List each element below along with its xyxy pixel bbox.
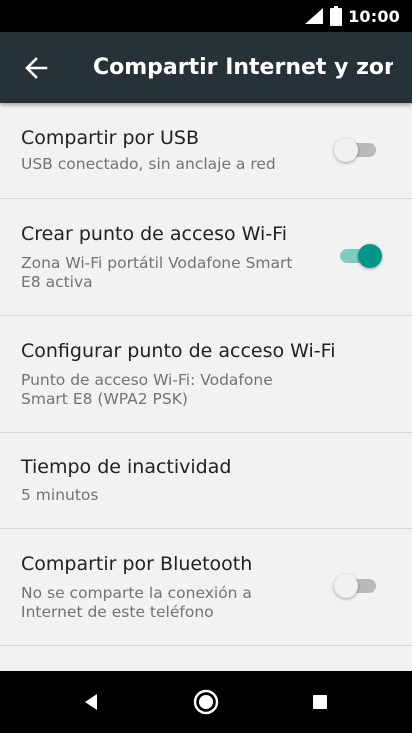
status-bar: 10:00: [0, 0, 412, 32]
nav-back-button[interactable]: [74, 684, 110, 720]
setting-title: Compartir por Bluetooth: [21, 553, 253, 575]
setting-title: Tiempo de inactividad: [21, 456, 232, 478]
setting-summary: Punto de acceso Wi-Fi: Vodafone Smart E8…: [21, 371, 273, 408]
bluetooth-tethering-toggle[interactable]: [334, 571, 382, 601]
signal-icon: [304, 7, 324, 25]
page-title: Compartir Internet y zona Wi-Fi: [93, 55, 393, 80]
wifi-hotspot-toggle[interactable]: [334, 241, 382, 271]
back-button[interactable]: [20, 52, 52, 84]
app-bar: Compartir Internet y zona Wi-Fi: [0, 32, 412, 103]
back-triangle-icon: [82, 692, 102, 712]
setting-title: Crear punto de acceso Wi-Fi: [21, 223, 288, 245]
setting-inactivity-timeout[interactable]: Tiempo de inactividad 5 minutos: [0, 433, 412, 529]
battery-icon: [330, 6, 343, 26]
setting-summary: Zona Wi-Fi portátil Vodafone Smart E8 ac…: [21, 254, 293, 291]
setting-title: Configurar punto de acceso Wi-Fi: [21, 340, 336, 362]
toggle-thumb: [334, 138, 358, 162]
setting-bluetooth-tethering[interactable]: Compartir por Bluetooth No se comparte l…: [0, 529, 412, 646]
status-time: 10:00: [348, 6, 400, 26]
status-icons: 10:00: [304, 0, 400, 32]
setting-summary: 5 minutos: [21, 486, 99, 504]
nav-recents-button[interactable]: [302, 684, 338, 720]
arrow-back-icon: [20, 52, 52, 84]
settings-list: Compartir por USB USB conectado, sin anc…: [0, 103, 412, 671]
nav-home-button[interactable]: [188, 684, 224, 720]
usb-tethering-toggle[interactable]: [334, 135, 382, 165]
toggle-thumb: [334, 574, 358, 598]
home-circle-icon: [192, 688, 220, 716]
setting-wifi-hotspot[interactable]: Crear punto de acceso Wi-Fi Zona Wi-Fi p…: [0, 199, 412, 316]
navigation-bar: [0, 671, 412, 733]
setting-summary: USB conectado, sin anclaje a red: [21, 155, 276, 173]
setting-title: Compartir por USB: [21, 127, 200, 149]
setting-summary: No se comparte la conexión a Internet de…: [21, 584, 252, 621]
setting-configure-hotspot[interactable]: Configurar punto de acceso Wi-Fi Punto d…: [0, 316, 412, 433]
toggle-thumb: [358, 244, 382, 268]
recents-square-icon: [310, 692, 330, 712]
setting-usb-tethering[interactable]: Compartir por USB USB conectado, sin anc…: [0, 103, 412, 199]
